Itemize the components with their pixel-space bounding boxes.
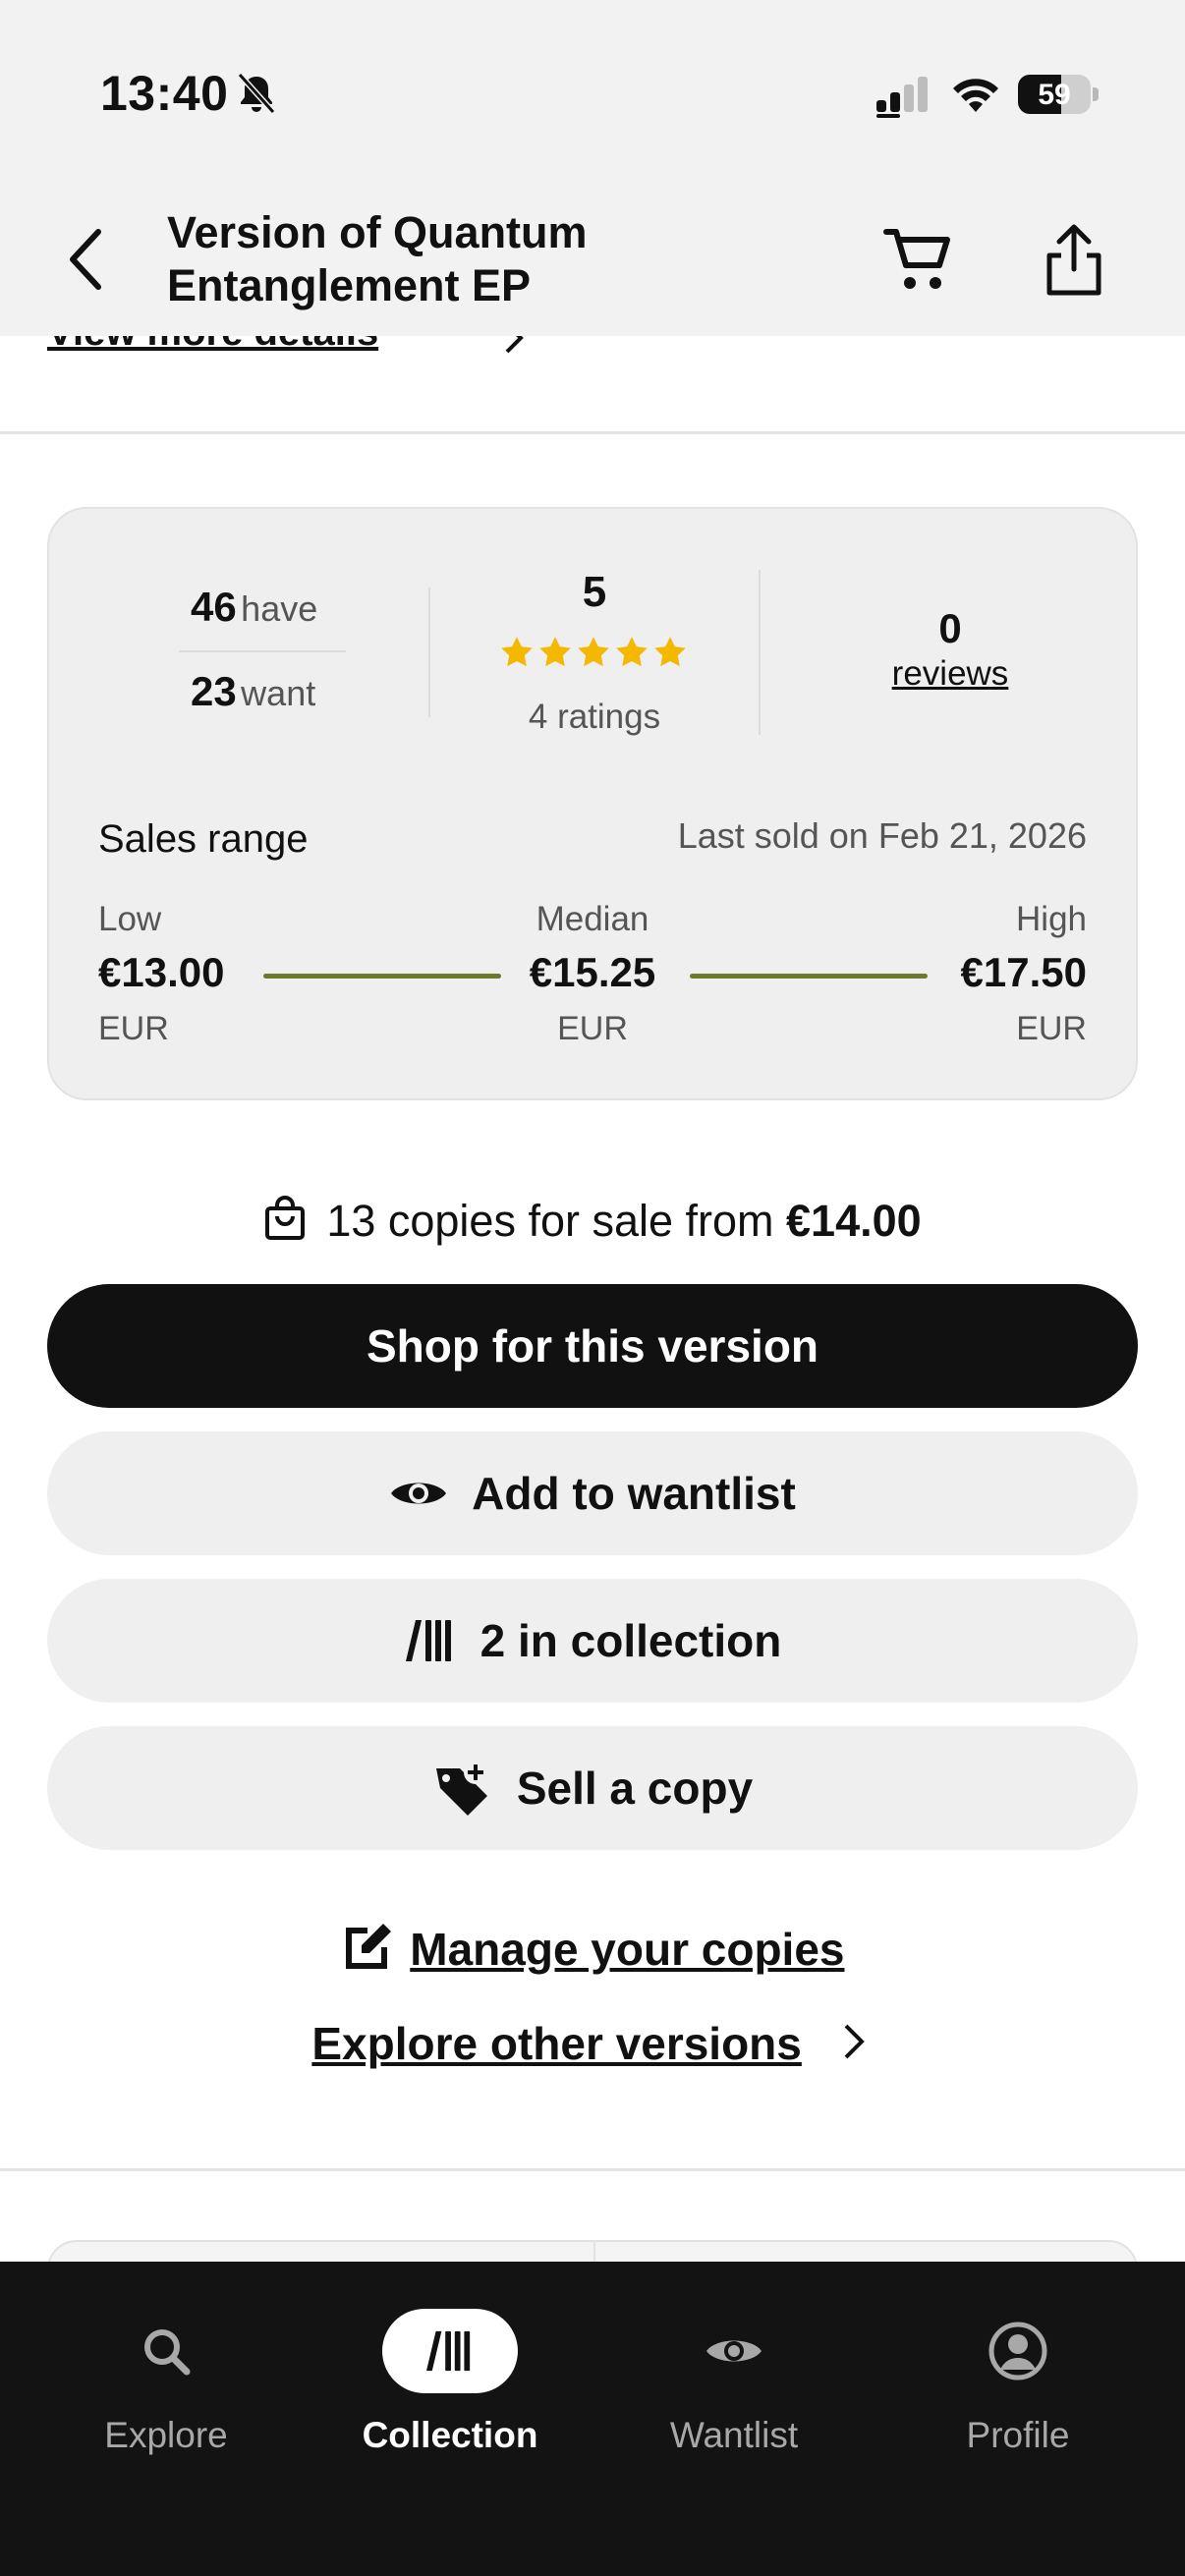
battery-indicator: 59	[1018, 75, 1099, 116]
community-stats-card: 46 have 23 want 5 4 ratings 0 reviews Sa…	[47, 507, 1138, 1100]
nav-explore-icon-wrap	[98, 2309, 234, 2393]
average-rating: 5	[582, 568, 607, 616]
signal-icon	[876, 77, 928, 118]
star-icon	[539, 637, 571, 667]
nav-wantlist-icon-wrap	[666, 2309, 802, 2393]
star-icon	[501, 637, 533, 667]
price-tag-add-icon	[435, 1761, 487, 1816]
star-rating[interactable]	[499, 635, 690, 672]
shopping-bag-icon	[265, 1196, 306, 1240]
add-to-wantlist-label: Add to wantlist	[472, 1468, 796, 1519]
nav-wantlist[interactable]: Wantlist	[592, 2262, 876, 2458]
nav-profile-icon-wrap	[950, 2309, 1086, 2393]
have-count: 46	[191, 584, 237, 630]
sell-copy-button[interactable]: Sell a copy	[47, 1726, 1138, 1850]
have-label: have	[241, 588, 318, 629]
have-stat[interactable]: 46 have	[191, 584, 317, 631]
bottom-navigation: Explore Collection Wantlist Profile	[0, 2262, 1185, 2576]
median-label: Median	[536, 900, 649, 938]
nav-collection[interactable]: Collection	[308, 2262, 592, 2458]
shop-version-button[interactable]: Shop for this version	[47, 1284, 1138, 1408]
for-sale-price: €14.00	[786, 1196, 922, 1246]
range-line-high	[690, 974, 928, 979]
manage-copies-label: Manage your copies	[410, 1924, 845, 1975]
nav-explore[interactable]: Explore	[24, 2262, 309, 2458]
manage-copies-link[interactable]: Manage your copies	[0, 1916, 1185, 1976]
nav-collection-icon-wrap	[382, 2309, 518, 2393]
bell-muted-icon	[237, 72, 276, 115]
nav-wantlist-label: Wantlist	[669, 2415, 799, 2455]
chevron-right-icon	[844, 2024, 865, 2059]
wifi-icon	[953, 79, 998, 112]
cart-icon[interactable]	[882, 226, 953, 295]
status-time: 13:40	[100, 66, 229, 121]
back-arrow-icon[interactable]	[57, 220, 116, 299]
want-stat[interactable]: 23 want	[191, 668, 315, 715]
high-label: High	[1016, 900, 1087, 938]
high-currency: EUR	[1016, 1010, 1087, 1047]
share-icon[interactable]	[1042, 222, 1106, 297]
battery-level: 59	[1038, 79, 1071, 111]
stat-separator	[759, 570, 761, 735]
high-price: €17.50	[960, 949, 1087, 995]
explore-other-versions-label: Explore other versions	[311, 2018, 802, 2069]
nav-profile-label: Profile	[966, 2415, 1070, 2455]
nav-profile[interactable]: Profile	[875, 2262, 1160, 2458]
eye-icon	[391, 1483, 447, 1504]
add-to-wantlist-button[interactable]: Add to wantlist	[47, 1431, 1138, 1555]
section-divider	[0, 431, 1185, 434]
star-icon	[616, 637, 648, 667]
edit-icon	[346, 1924, 392, 1969]
want-count: 23	[191, 668, 237, 714]
collection-icon	[405, 1620, 451, 1661]
search-icon	[144, 2329, 191, 2376]
star-icon	[654, 637, 686, 667]
reviews-link[interactable]: reviews	[761, 654, 1140, 694]
reviews-count: 0	[938, 605, 962, 651]
last-sold-date: Last sold on Feb 21, 2026	[677, 815, 1087, 856]
nav-explore-label: Explore	[104, 2415, 228, 2455]
sell-copy-label: Sell a copy	[516, 1763, 754, 1814]
top-app-bar: Version of Quantum Entanglement EP	[0, 196, 1185, 336]
sales-range-title: Sales range	[98, 817, 309, 861]
collection-icon	[426, 2330, 471, 2372]
explore-other-versions-link[interactable]: Explore other versions	[0, 2017, 1185, 2070]
eye-icon	[706, 2340, 762, 2362]
chevron-right-icon	[505, 336, 524, 354]
in-collection-button[interactable]: 2 in collection	[47, 1579, 1138, 1703]
nav-collection-label: Collection	[362, 2415, 538, 2455]
section-divider	[0, 2168, 1185, 2171]
in-collection-label: 2 in collection	[480, 1615, 782, 1666]
view-more-details-link[interactable]: View more details	[47, 336, 538, 362]
shop-version-label: Shop for this version	[366, 1320, 819, 1372]
ratings-count: 4 ratings	[528, 698, 661, 736]
want-label: want	[241, 673, 316, 713]
stat-divider	[179, 650, 346, 652]
status-bar: 13:40 59	[0, 0, 1185, 196]
profile-icon	[988, 2322, 1047, 2380]
median-currency: EUR	[557, 1010, 628, 1047]
for-sale-summary: 13 copies for sale from €14.00	[0, 1195, 1185, 1247]
for-sale-text: 13 copies for sale from	[326, 1196, 787, 1246]
page-title: Version of Quantum Entanglement EP	[167, 207, 588, 310]
star-icon	[578, 637, 609, 667]
